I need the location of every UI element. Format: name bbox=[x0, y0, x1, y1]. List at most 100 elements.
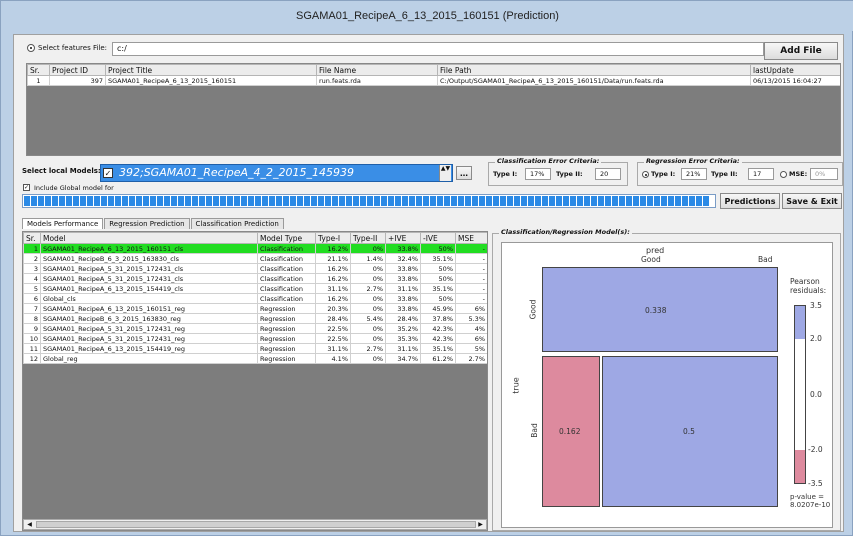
reg-type1-radio[interactable] bbox=[642, 171, 649, 178]
performance-cell: 28.4% bbox=[315, 313, 351, 324]
performance-row[interactable]: 6 Global_cls Classification 16.2% 0% 33.8% 50%… bbox=[23, 293, 487, 304]
performance-cell: 10 bbox=[23, 333, 41, 344]
performance-row[interactable]: 10 SGAMA01_RecipeA_5_31_2015_172431_reg Re… bbox=[23, 333, 487, 344]
progress-segment bbox=[255, 196, 261, 206]
performance-row[interactable]: 12 Global_reg Regression 4.1% 0% 34.7% 61.2% 2.… bbox=[23, 353, 487, 364]
progress-segment bbox=[556, 196, 562, 206]
performance-cell: - bbox=[455, 293, 487, 304]
reg-type1-input[interactable]: 21% bbox=[681, 168, 707, 180]
mse-input[interactable]: 0% bbox=[810, 168, 838, 180]
progress-segment bbox=[430, 196, 436, 206]
performance-cell: 0% bbox=[350, 333, 386, 344]
scroll-right-icon[interactable]: ▶ bbox=[475, 520, 486, 529]
progress-segment bbox=[689, 196, 695, 206]
progress-segment bbox=[87, 196, 93, 206]
performance-hscrollbar[interactable]: ◀ ▶ bbox=[23, 519, 487, 530]
progress-segment bbox=[479, 196, 485, 206]
performance-cell: 1 bbox=[23, 243, 41, 254]
progress-segment bbox=[101, 196, 107, 206]
performance-cell: - bbox=[455, 273, 487, 284]
performance-cell: 42.3% bbox=[420, 323, 456, 334]
performance-cell: 20.3% bbox=[315, 303, 351, 314]
performance-cell: 16.2% bbox=[315, 273, 351, 284]
progress-segment bbox=[668, 196, 674, 206]
pvalue-label: p-value = 8.0207e-10 bbox=[790, 493, 831, 509]
performance-row[interactable]: 2 SGAMA01_RecipeB_6_3_2015_163830_cls Clas… bbox=[23, 253, 487, 264]
performance-cell: 0% bbox=[350, 273, 386, 284]
progress-segment bbox=[59, 196, 65, 206]
progress-segment bbox=[654, 196, 660, 206]
performance-cell: SGAMA01_RecipeA_5_31_2015_172431_cls bbox=[40, 273, 258, 284]
progress-segment bbox=[164, 196, 170, 206]
include-global-checkbox[interactable]: ✓ bbox=[23, 184, 30, 191]
reg-type2-input[interactable]: 17 bbox=[748, 168, 774, 180]
performance-cell: 33.8% bbox=[385, 293, 421, 304]
performance-cell: 8 bbox=[23, 313, 41, 324]
performance-row[interactable]: 11 SGAMA01_RecipeA_6_13_2015_154419_reg Re… bbox=[23, 343, 487, 354]
progress-segment bbox=[73, 196, 79, 206]
features-row[interactable]: 1 397 SGAMA01_RecipeA_6_13_2015_160151 run.… bbox=[27, 75, 840, 86]
model-checkbox[interactable]: ✓ bbox=[103, 168, 113, 178]
performance-cell: 2 bbox=[23, 253, 41, 264]
progress-segment bbox=[31, 196, 37, 206]
progress-segment bbox=[472, 196, 478, 206]
select-features-label: Select features File: bbox=[38, 44, 108, 52]
scroll-left-icon[interactable]: ◀ bbox=[24, 520, 35, 529]
plot-panel-title: Classification/Regression Model(s): bbox=[499, 228, 632, 236]
tab-regression-prediction[interactable]: Regression Prediction bbox=[104, 218, 190, 229]
progress-segment bbox=[640, 196, 646, 206]
performance-cell: 5.4% bbox=[350, 313, 386, 324]
progress-segment bbox=[591, 196, 597, 206]
performance-row[interactable]: 3 SGAMA01_RecipeA_5_31_2015_172431_cls Cla… bbox=[23, 263, 487, 274]
class-type2-input[interactable]: 20 bbox=[595, 168, 621, 180]
performance-col-header: Model bbox=[40, 232, 258, 244]
progress-segment bbox=[171, 196, 177, 206]
legend-pink bbox=[795, 450, 805, 483]
performance-cell: Regression bbox=[257, 323, 316, 334]
progress-segment bbox=[122, 196, 128, 206]
progress-segment bbox=[367, 196, 373, 206]
progress-segment bbox=[199, 196, 205, 206]
features-col-header: Project Title bbox=[105, 64, 317, 76]
performance-cell: 16.2% bbox=[315, 263, 351, 274]
performance-cell: 1.4% bbox=[350, 253, 386, 264]
models-spin-icon[interactable]: ▲▼ bbox=[439, 165, 451, 181]
progress-segment bbox=[129, 196, 135, 206]
performance-row[interactable]: 5 SGAMA01_RecipeA_6_13_2015_154419_cls Cla… bbox=[23, 283, 487, 294]
features-path-input[interactable]: c:/ bbox=[112, 42, 764, 56]
performance-cell: 2.7% bbox=[350, 343, 386, 354]
performance-cell: Classification bbox=[257, 253, 316, 264]
features-col-header: File Path bbox=[437, 64, 751, 76]
performance-cell: 50% bbox=[420, 293, 456, 304]
performance-cell: Classification bbox=[257, 243, 316, 254]
tab-strip: Models Performance Regression Prediction C… bbox=[22, 218, 285, 229]
tab-classification-prediction[interactable]: Classification Prediction bbox=[190, 218, 284, 229]
browse-models-button[interactable]: … bbox=[456, 166, 472, 180]
class-type1-input[interactable]: 17% bbox=[525, 168, 551, 180]
tab-models-performance[interactable]: Models Performance bbox=[22, 218, 104, 229]
predictions-button[interactable]: Predictions bbox=[720, 193, 780, 209]
performance-cell: Classification bbox=[257, 293, 316, 304]
performance-row[interactable]: 4 SGAMA01_RecipeA_5_31_2015_172431_cls Cla… bbox=[23, 273, 487, 284]
progress-segment bbox=[682, 196, 688, 206]
performance-row[interactable]: 8 SGAMA01_RecipeB_6_3_2015_163830_reg Regr… bbox=[23, 313, 487, 324]
save-exit-button[interactable]: Save & Exit bbox=[782, 193, 842, 209]
models-select[interactable]: ✓ 392;SGAMA01_RecipeA_4_2_2015_145939 ▲▼ bbox=[100, 164, 453, 182]
mse-radio[interactable] bbox=[780, 171, 787, 178]
performance-cell: 22.5% bbox=[315, 323, 351, 334]
performance-cell: SGAMA01_RecipeB_6_3_2015_163830_cls bbox=[40, 253, 258, 264]
add-file-button[interactable]: Add File bbox=[764, 42, 838, 60]
performance-row[interactable]: 9 SGAMA01_RecipeA_5_31_2015_172431_reg Reg… bbox=[23, 323, 487, 334]
performance-row[interactable]: 1 SGAMA01_RecipeA_6_13_2015_160151_cls Cla… bbox=[23, 243, 487, 254]
scroll-thumb[interactable] bbox=[36, 521, 476, 528]
performance-cell: 0% bbox=[350, 293, 386, 304]
progress-segment bbox=[115, 196, 121, 206]
performance-cell: Regression bbox=[257, 333, 316, 344]
performance-cell: Regression bbox=[257, 353, 316, 364]
progress-segment bbox=[150, 196, 156, 206]
performance-row[interactable]: 7 SGAMA01_RecipeA_6_13_2015_160151_reg Reg… bbox=[23, 303, 487, 314]
performance-cell: 0% bbox=[350, 263, 386, 274]
performance-cell: 6 bbox=[23, 293, 41, 304]
performance-cell: 0% bbox=[350, 303, 386, 314]
select-features-radio[interactable] bbox=[27, 44, 35, 52]
